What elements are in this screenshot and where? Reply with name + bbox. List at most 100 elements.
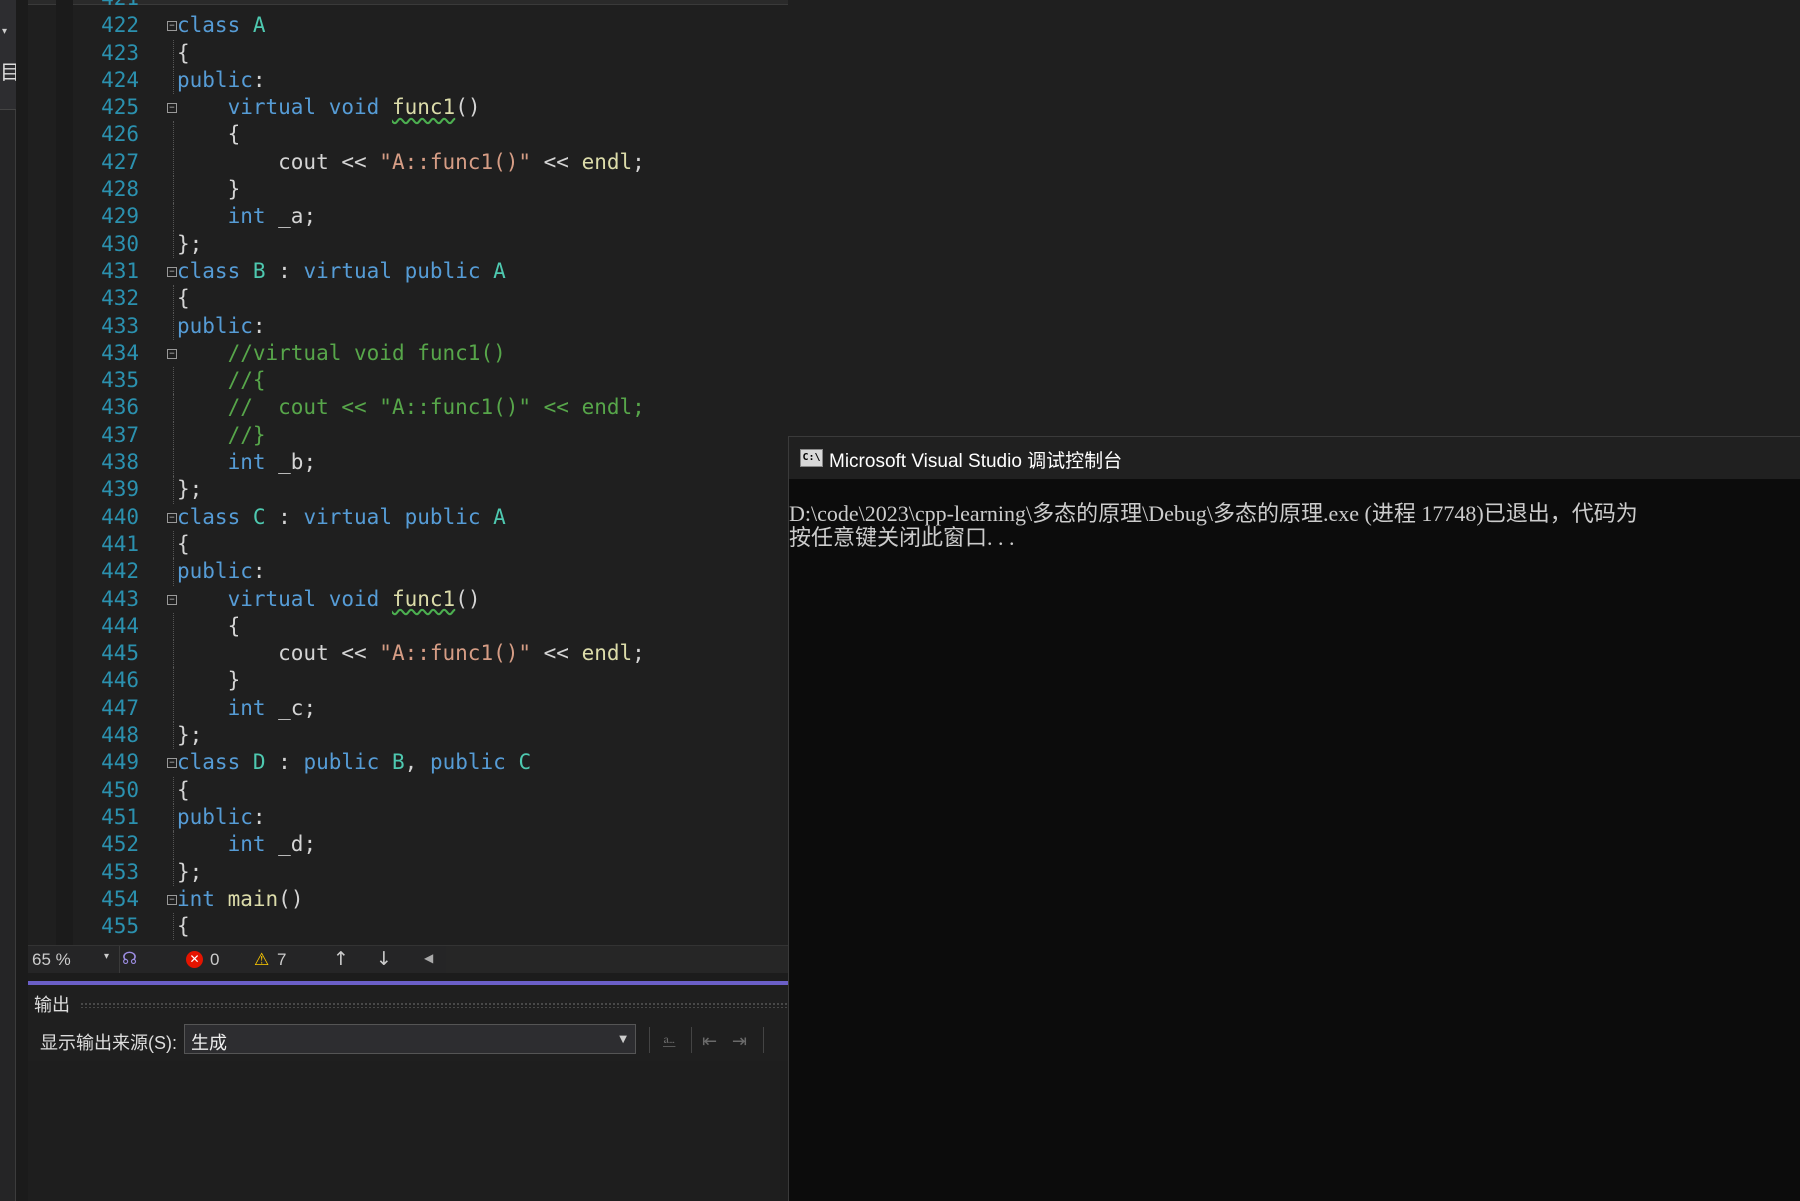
code-line[interactable]: 445 cout << "A::func1()" << endl;	[73, 640, 788, 668]
line-number: 439	[101, 477, 139, 502]
code-line[interactable]: 428 }	[73, 176, 788, 204]
warning-count[interactable]: 7	[277, 950, 286, 970]
fold-toggle-icon[interactable]: −	[167, 512, 177, 523]
pane-grip[interactable]	[80, 1002, 788, 1008]
code-token: };	[177, 231, 203, 256]
code-token: //{	[227, 368, 266, 393]
fold-toggle-icon[interactable]: −	[167, 594, 177, 605]
console-output[interactable]: D:\code\2023\cpp-learning\多态的原理\Debug\多态…	[789, 502, 1800, 550]
code-token: endl	[581, 641, 633, 666]
code-line[interactable]: 431 − class B : virtual public A	[73, 258, 788, 285]
code-line[interactable]: 448};	[73, 722, 788, 750]
fold-toggle-icon[interactable]: −	[167, 103, 177, 114]
editor-status-bar: 65 % ▾ ☊ ✕ 0 ⚠ 7 ↑ ↓ ◀	[28, 945, 788, 973]
arrow-down-icon[interactable]: ↓	[376, 948, 392, 970]
line-number: 435	[101, 368, 139, 393]
fold-toggle-icon[interactable]: −	[167, 758, 177, 769]
code-line[interactable]: 430};	[73, 230, 788, 258]
line-number: 437	[101, 422, 139, 447]
side-tab[interactable]: ▾ 目,	[0, 0, 16, 110]
code-line[interactable]: 433 public:	[73, 312, 788, 340]
code-line[interactable]: 434 − //virtual void func1()	[73, 340, 788, 367]
fold-toggle-icon[interactable]: −	[167, 348, 177, 359]
code-text: };	[177, 231, 202, 258]
code-line[interactable]: 441 {	[73, 530, 788, 559]
console-titlebar[interactable]: C:\ Microsoft Visual Studio 调试控制台	[789, 437, 1800, 479]
zoom-dropdown[interactable]: 65 % ▾	[28, 946, 120, 973]
code-line[interactable]: 429 int _a;	[73, 203, 788, 231]
code-text: int _a;	[177, 203, 317, 230]
code-line[interactable]: 452 int _d;	[73, 831, 788, 859]
code-line[interactable]: 436 // cout << "A::func1()" << endl;	[73, 394, 788, 422]
line-number: 452	[101, 832, 139, 857]
outline-guide	[173, 667, 174, 695]
line-number: 430	[101, 231, 139, 256]
code-text: {	[177, 121, 241, 148]
outline-guide	[173, 640, 174, 668]
code-text: {	[177, 777, 190, 804]
code-text: public:	[177, 313, 266, 340]
code-token: public	[177, 313, 253, 338]
pane-splitter[interactable]	[28, 973, 788, 981]
code-line[interactable]: 447 int _c;	[73, 694, 788, 723]
code-line[interactable]: 444 {	[73, 612, 788, 641]
code-line[interactable]: 455 {	[73, 913, 788, 941]
outline-guide	[173, 148, 174, 177]
side-tab-text: 目,	[0, 60, 16, 84]
code-line[interactable]: 435 //{	[73, 367, 788, 395]
prev-message-icon[interactable]: ⇤	[702, 1031, 717, 1052]
code-line[interactable]: 422 − class A	[73, 12, 788, 39]
output-source-select[interactable]: 生成 ▼	[184, 1024, 636, 1054]
code-text: public:	[177, 804, 266, 831]
error-count[interactable]: 0	[210, 950, 219, 970]
code-line[interactable]: 438 int _b;	[73, 449, 788, 477]
outline-guide	[173, 803, 174, 832]
code-lines[interactable]: 421422−class A423{424public:425− virtual…	[73, 0, 788, 941]
code-token: main	[227, 886, 279, 911]
code-editor[interactable]: 421422−class A423{424public:425− virtual…	[28, 0, 788, 945]
horizontal-scrollbar[interactable]	[446, 946, 788, 973]
code-token: virtual	[227, 586, 317, 611]
fold-toggle-icon[interactable]: −	[167, 894, 177, 905]
code-line[interactable]: 446 }	[73, 667, 788, 695]
copilot-icon[interactable]: ☊	[122, 949, 140, 969]
fold-toggle-icon[interactable]: −	[167, 266, 177, 277]
code-line[interactable]: 426 {	[73, 121, 788, 149]
code-line[interactable]: 424 public:	[73, 66, 788, 95]
next-message-icon[interactable]: ⇥	[732, 1031, 747, 1052]
arrow-up-icon[interactable]: ↑	[333, 948, 349, 970]
code-line[interactable]: 442 public:	[73, 558, 788, 586]
output-text-area[interactable]	[28, 1061, 788, 1201]
code-line[interactable]: 440 − class C : virtual public A	[73, 504, 788, 531]
error-icon[interactable]: ✕	[186, 951, 203, 968]
chevron-down-icon[interactable]: ▾	[2, 26, 7, 37]
fold-toggle-icon[interactable]: −	[167, 21, 177, 32]
code-line[interactable]: 432 {	[73, 285, 788, 313]
code-text: //{	[177, 367, 266, 394]
debug-console-window[interactable]: C:\ Microsoft Visual Studio 调试控制台 D:\cod…	[788, 436, 1800, 1201]
code-line[interactable]: 443 − virtual void func1()	[73, 586, 788, 613]
scroll-left-icon[interactable]: ◀	[424, 951, 433, 965]
code-line[interactable]: 437 //}	[73, 421, 788, 450]
code-token: ()	[455, 95, 481, 120]
code-line[interactable]: 450 {	[73, 776, 788, 804]
warning-icon[interactable]: ⚠	[254, 950, 269, 970]
code-token: D	[252, 750, 266, 775]
code-line[interactable]: 425 − virtual void func1()	[73, 94, 788, 121]
code-line[interactable]: 427 cout << "A::func1()" << endl;	[73, 148, 788, 177]
code-line[interactable]: 454 − int main()	[73, 886, 788, 913]
code-token: void	[328, 95, 380, 120]
code-token: _b;	[265, 450, 317, 475]
outline-guide	[173, 831, 174, 859]
code-line[interactable]: 439};	[73, 476, 788, 504]
code-line[interactable]: 423 {	[73, 39, 788, 67]
code-token: <<	[531, 149, 582, 174]
code-line[interactable]: 421	[73, 0, 788, 12]
code-token: {	[177, 122, 241, 147]
code-line[interactable]: 449 − class D : public B, public C	[73, 749, 788, 776]
find-message-icon[interactable]: ⎁	[662, 1031, 676, 1052]
code-line[interactable]: 453};	[73, 858, 788, 886]
code-line[interactable]: 451 public:	[73, 803, 788, 832]
